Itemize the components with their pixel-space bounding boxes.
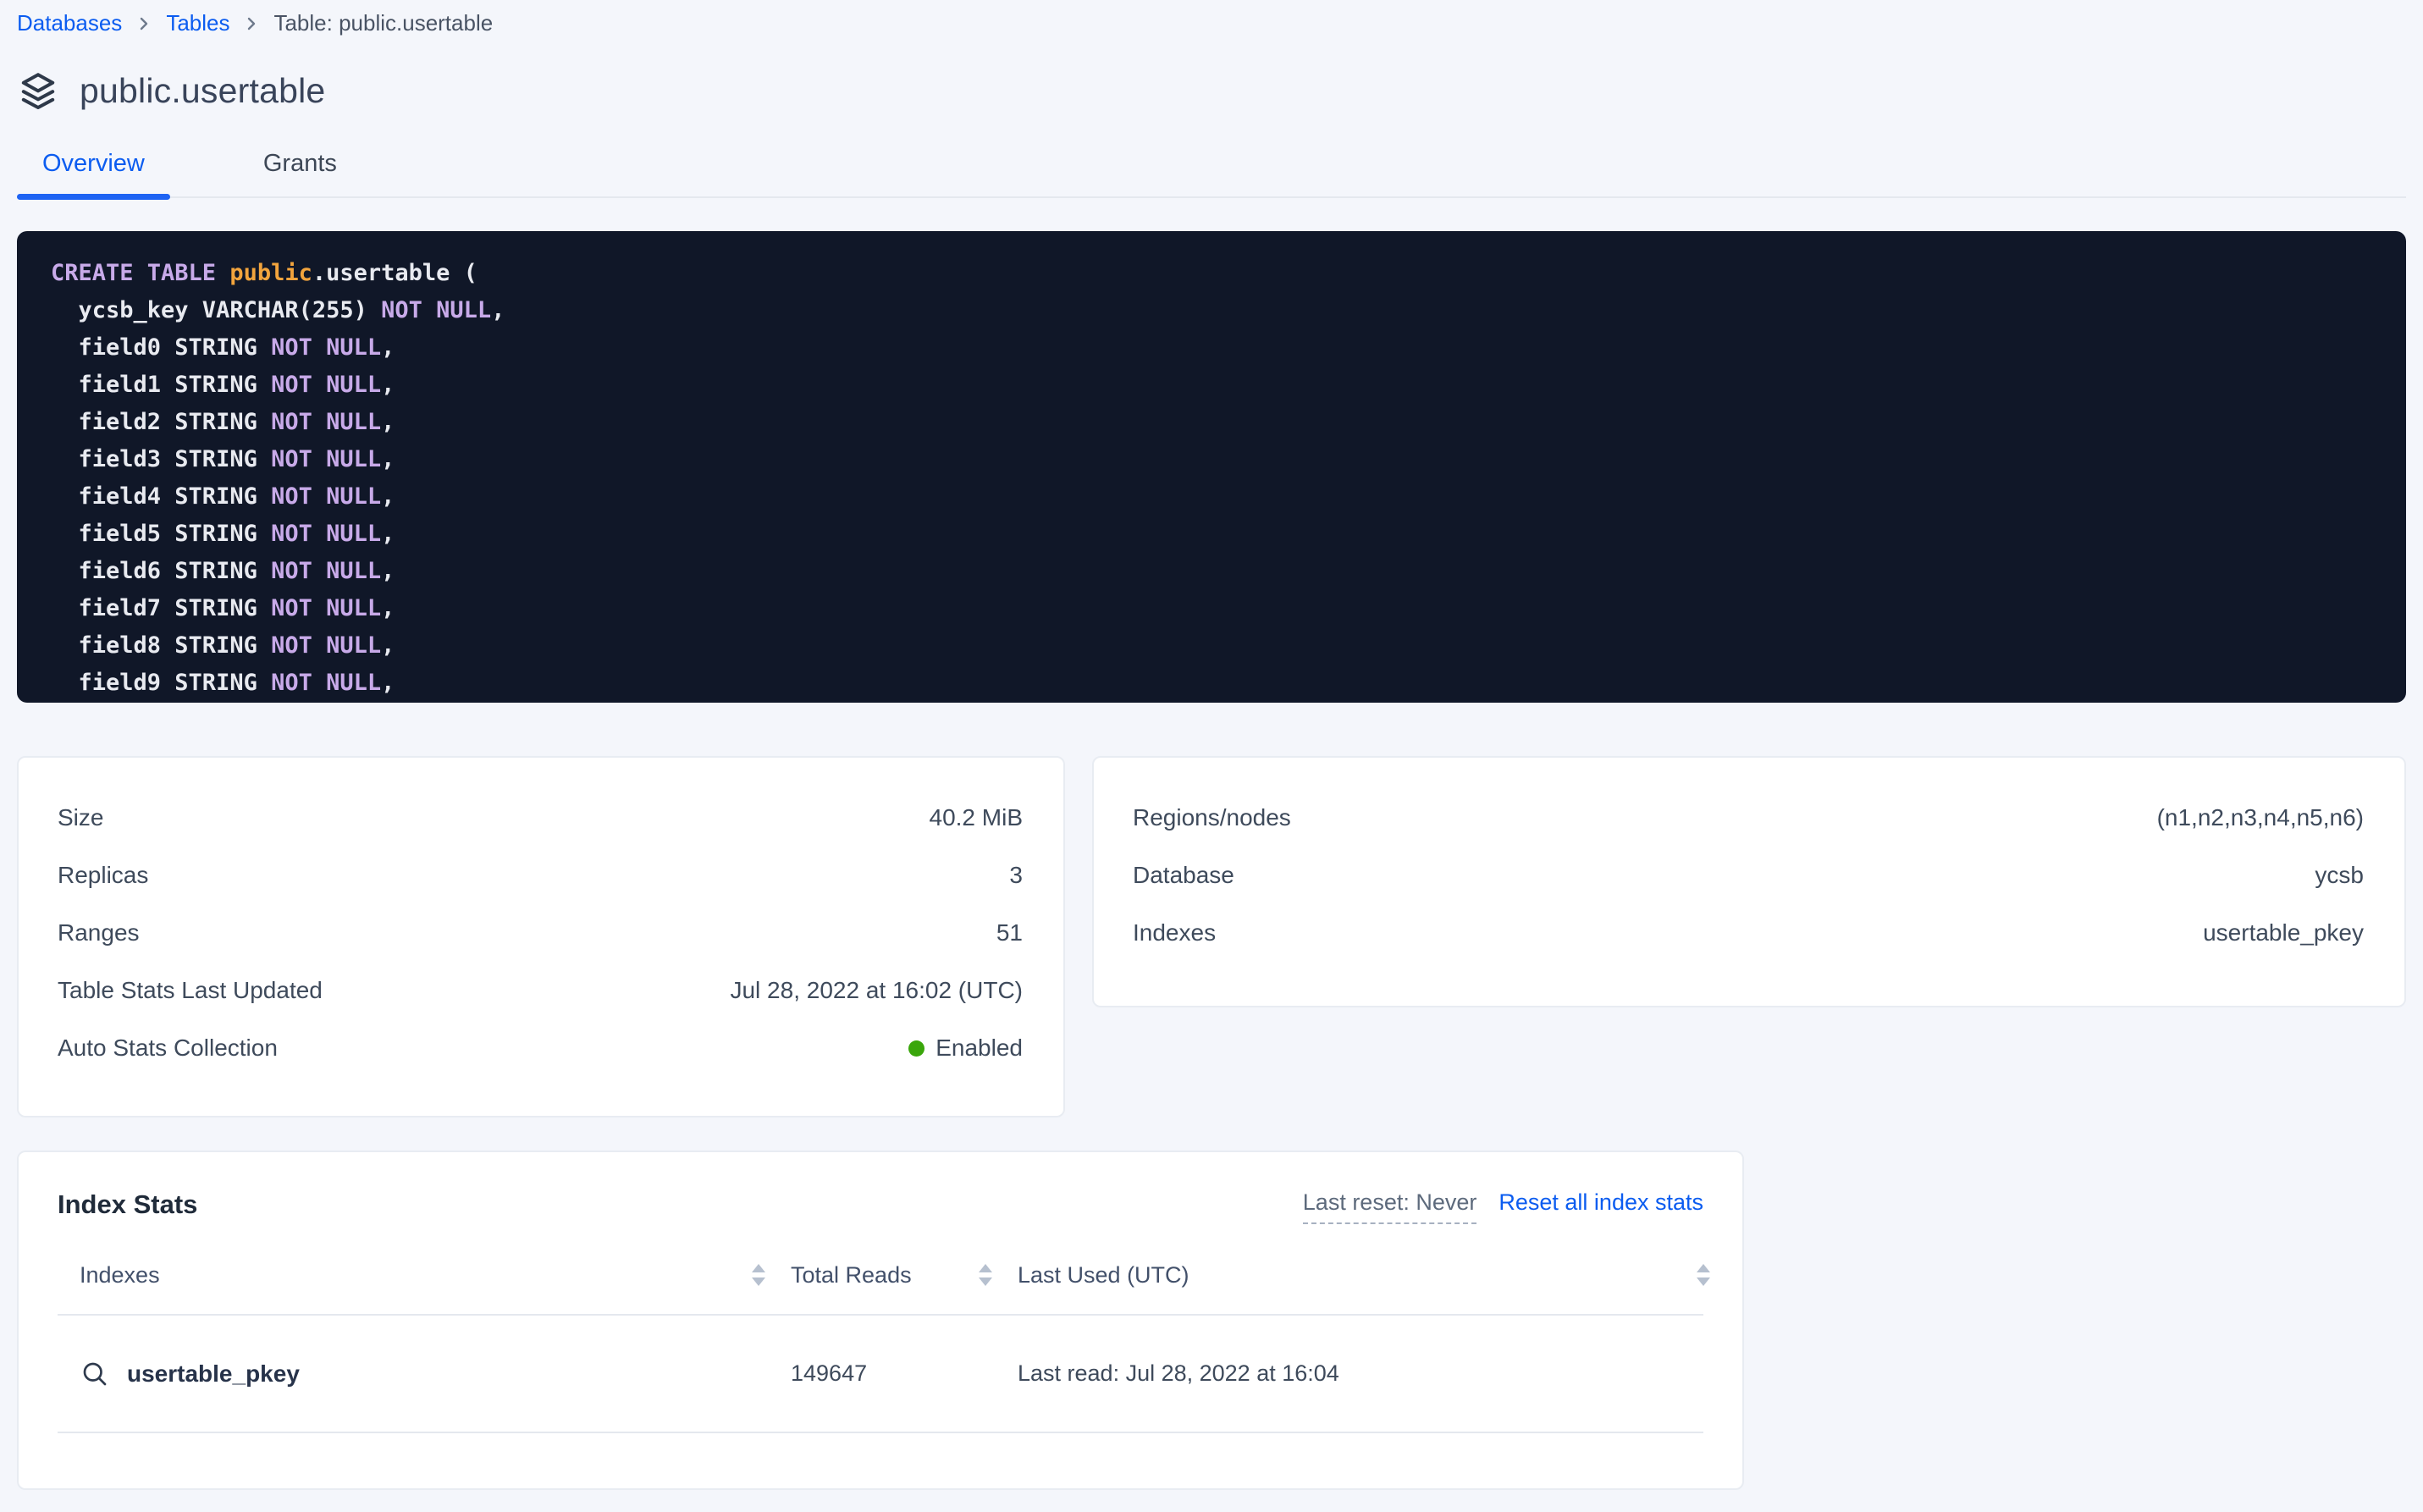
tab-overview[interactable]: Overview [17, 150, 170, 196]
column-label: Total Reads [791, 1262, 912, 1289]
sql-code-line: field1 STRING NOT NULL, [51, 367, 2381, 404]
index-stats-table-header: Indexes Total Reads Last Used (UTC) [58, 1236, 1703, 1316]
search-icon[interactable] [80, 1359, 110, 1389]
stat-value: Enabled [908, 1035, 1023, 1062]
stat-label: Table Stats Last Updated [58, 977, 323, 1004]
sql-code-line: field9 STRING NOT NULL, [51, 665, 2381, 702]
sql-code-line: field0 STRING NOT NULL, [51, 329, 2381, 367]
column-label: Last Used (UTC) [1018, 1262, 1189, 1289]
column-header-last-used[interactable]: Last Used (UTC) [996, 1262, 1675, 1289]
stack-icon [17, 70, 59, 111]
table-details-card: Size 40.2 MiB Replicas 3 Ranges 51 Table Stats… [17, 756, 1065, 1117]
stat-label: Auto Stats Collection [58, 1035, 278, 1062]
sql-code-line: ycsb_key VARCHAR(255) NOT NULL, [51, 292, 2381, 329]
tab-bar: Overview Grants [17, 150, 2406, 198]
index-stats-card: Index Stats Last reset: Never Reset all … [17, 1151, 1744, 1490]
breadcrumb-current: Table: public.usertable [273, 10, 493, 36]
page-header: public.usertable [17, 70, 2406, 111]
stat-label: Indexes [1133, 919, 1216, 946]
index-name[interactable]: usertable_pkey [127, 1360, 300, 1388]
sql-code-line: field3 STRING NOT NULL, [51, 441, 2381, 478]
stat-row: Ranges 51 [58, 904, 1023, 962]
chevron-right-icon [245, 14, 258, 34]
tab-grants[interactable]: Grants [238, 150, 362, 196]
stat-label: Regions/nodes [1133, 804, 1291, 831]
breadcrumb-tables[interactable]: Tables [166, 10, 229, 36]
stat-value: Jul 28, 2022 at 16:02 (UTC) [730, 977, 1023, 1004]
index-stats-table: Indexes Total Reads Last Used (UTC) [58, 1236, 1703, 1433]
stat-label: Replicas [58, 862, 148, 889]
stat-row: Auto Stats Collection Enabled [58, 1019, 1023, 1077]
stat-value: usertable_pkey [2203, 919, 2364, 946]
column-header-sort-end[interactable] [1675, 1264, 1703, 1286]
column-header-total-reads[interactable]: Total Reads [769, 1262, 996, 1289]
table-detail-page: Databases Tables Table: public.usertable… [0, 0, 2423, 1490]
sql-code-line: CREATE TABLE public.usertable ( [51, 255, 2381, 292]
index-stats-actions: Last reset: Never Reset all index stats [1303, 1189, 1703, 1224]
stat-value: (n1,n2,n3,n4,n5,n6) [2157, 804, 2364, 831]
stat-value: 3 [1009, 862, 1023, 889]
table-placement-card: Regions/nodes (n1,n2,n3,n4,n5,n6) Database… [1092, 756, 2406, 1007]
last-reset-label: Last reset: Never [1303, 1189, 1477, 1224]
status-dot [908, 1040, 924, 1057]
breadcrumb-databases[interactable]: Databases [17, 10, 122, 36]
sql-code-line: field5 STRING NOT NULL, [51, 516, 2381, 553]
column-header-indexes[interactable]: Indexes [58, 1262, 769, 1289]
sql-code-line: field7 STRING NOT NULL, [51, 590, 2381, 627]
sort-icon[interactable] [979, 1264, 996, 1286]
sort-icon[interactable] [1697, 1264, 1714, 1286]
stat-label: Size [58, 804, 103, 831]
index-name-cell: usertable_pkey [58, 1359, 769, 1389]
create-table-sql-block: CREATE TABLE public.usertable ( ycsb_key… [17, 231, 2406, 703]
sql-code-line: field2 STRING NOT NULL, [51, 404, 2381, 441]
sort-icon[interactable] [752, 1264, 769, 1286]
total-reads-cell: 149647 [769, 1360, 996, 1387]
breadcrumb: Databases Tables Table: public.usertable [17, 0, 2406, 36]
reset-index-stats-link[interactable]: Reset all index stats [1499, 1189, 1703, 1216]
index-stats-header: Index Stats Last reset: Never Reset all … [58, 1189, 1703, 1224]
stat-row: Table Stats Last Updated Jul 28, 2022 at … [58, 962, 1023, 1019]
page-title: public.usertable [80, 71, 325, 111]
stat-value: 51 [996, 919, 1023, 946]
chevron-right-icon [137, 14, 151, 34]
table-row: usertable_pkey 149647 Last read: Jul 28,… [58, 1316, 1703, 1433]
stat-label: Ranges [58, 919, 140, 946]
stat-row: Size 40.2 MiB [58, 789, 1023, 847]
stat-row: Database ycsb [1133, 847, 2364, 904]
column-label: Indexes [80, 1262, 160, 1289]
sql-code-line: field4 STRING NOT NULL, [51, 478, 2381, 516]
last-used-cell: Last read: Jul 28, 2022 at 16:04 [996, 1360, 1675, 1387]
stat-row: Replicas 3 [58, 847, 1023, 904]
stat-value: ycsb [2315, 862, 2364, 889]
stat-label: Database [1133, 862, 1234, 889]
summary-cards: Size 40.2 MiB Replicas 3 Ranges 51 Table Stats… [17, 756, 2406, 1117]
stat-value: 40.2 MiB [930, 804, 1024, 831]
sql-code-line: field8 STRING NOT NULL, [51, 627, 2381, 665]
stat-row: Regions/nodes (n1,n2,n3,n4,n5,n6) [1133, 789, 2364, 847]
stat-row: Indexes usertable_pkey [1133, 904, 2364, 962]
index-stats-title: Index Stats [58, 1189, 197, 1220]
sql-code-line: field6 STRING NOT NULL, [51, 553, 2381, 590]
